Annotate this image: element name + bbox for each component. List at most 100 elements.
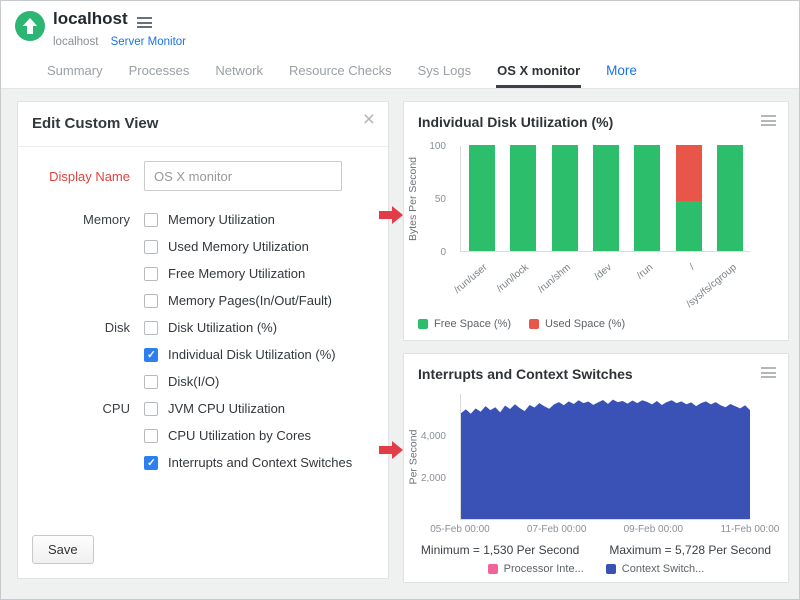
- legend-item-used-space[interactable]: Used Space (%): [529, 318, 625, 330]
- group-label: Memory: [18, 212, 144, 227]
- bar-plot: [460, 146, 750, 252]
- header-menu-icon[interactable]: [137, 17, 152, 28]
- bar-free-dev: [593, 145, 619, 251]
- area-chart-svg: [461, 394, 750, 519]
- legend-label: Processor Inte...: [504, 563, 584, 575]
- checkbox[interactable]: [144, 321, 158, 335]
- legend-label: Used Space (%): [545, 318, 625, 330]
- legend-label: Context Switch...: [622, 563, 705, 575]
- checkbox-label: JVM CPU Utilization: [168, 401, 285, 416]
- y-tick-100: 100: [429, 141, 446, 152]
- bar-used-: [676, 145, 702, 201]
- checkbox[interactable]: [144, 429, 158, 443]
- checkbox-row-individual-disk-utilization: Individual Disk Utilization (%): [18, 341, 388, 368]
- checkbox-groups: Memory Memory Utilization Used Memory Ut…: [18, 206, 388, 476]
- tab-network[interactable]: Network: [214, 55, 264, 88]
- x-tick-09-feb-00-00: 09-Feb 00:00: [613, 524, 693, 535]
- edit-custom-view-panel: Edit Custom View × Display Name Memory M…: [17, 101, 389, 579]
- x-tick-dev: /dev: [593, 262, 615, 283]
- breadcrumb: localhost Server Monitor: [53, 36, 186, 48]
- checkbox-row-memory-utilization: Memory Memory Utilization: [18, 206, 388, 233]
- minimum-value: Minimum = 1,530 Per Second: [421, 543, 579, 557]
- disk-utilization-chart-card: Individual Disk Utilization (%) Bytes Pe…: [403, 101, 789, 341]
- checkbox-row-free-memory-utilization: Free Memory Utilization: [18, 260, 388, 287]
- checkbox[interactable]: [144, 213, 158, 227]
- checkbox[interactable]: [144, 348, 158, 362]
- red-arrow-icon-top: [379, 206, 403, 224]
- page-title: localhost: [53, 9, 128, 29]
- breadcrumb-host: localhost: [53, 36, 98, 48]
- up-arrow-icon: [15, 11, 45, 41]
- x-tick-run-user: /run/user: [452, 262, 489, 296]
- tab-more[interactable]: More: [605, 55, 638, 88]
- legend-swatch: [418, 319, 428, 329]
- checkbox-label: Used Memory Utilization: [168, 239, 309, 254]
- bar-free-run-shm: [552, 145, 578, 251]
- monitor-up-status-icon: [15, 11, 45, 41]
- x-tick-run-shm: /run/shm: [536, 262, 573, 295]
- checkbox-label: Free Memory Utilization: [168, 266, 305, 281]
- checkbox-label: Memory Pages(In/Out/Fault): [168, 293, 332, 308]
- maximum-value: Maximum = 5,728 Per Second: [609, 543, 771, 557]
- y-tick-50: 50: [435, 194, 446, 205]
- checkbox-row-cpu-utilization-by-cores: CPU Utilization by Cores: [18, 422, 388, 449]
- tab-summary[interactable]: Summary: [46, 55, 104, 88]
- chart-menu-icon-disk[interactable]: [761, 115, 776, 126]
- x-tick-run-lock: /run/lock: [495, 262, 531, 295]
- tab-os-x-monitor[interactable]: OS X monitor: [496, 55, 581, 88]
- legend-label: Free Space (%): [434, 318, 511, 330]
- bar-yticks: 100 50 0: [404, 102, 454, 340]
- area-xticks: 05-Feb 00:00 07-Feb 00:00 09-Feb 00:00 11-F…: [404, 524, 788, 537]
- bar-free-run-user: [469, 145, 495, 251]
- display-name-row: Display Name: [18, 160, 388, 192]
- legend-swatch: [606, 564, 616, 574]
- x-tick-07-feb-00-00: 07-Feb 00:00: [517, 524, 597, 535]
- display-name-input[interactable]: [144, 161, 342, 191]
- panel-divider: [18, 146, 388, 147]
- checkbox[interactable]: [144, 267, 158, 281]
- panel-title: Edit Custom View: [32, 115, 158, 132]
- x-tick-11-feb-00-00: 11-Feb 00:00: [710, 524, 790, 535]
- legend-item-processor-inte[interactable]: Processor Inte...: [488, 563, 584, 575]
- tab-processes[interactable]: Processes: [128, 55, 191, 88]
- checkbox[interactable]: [144, 375, 158, 389]
- area-legend: Processor Inte... Context Switch...: [404, 563, 788, 575]
- checkbox-label: Individual Disk Utilization (%): [168, 347, 336, 362]
- context-switches-area: [461, 400, 750, 519]
- checkbox-row-jvm-cpu-utilization: CPU JVM CPU Utilization: [18, 395, 388, 422]
- bar-free-run: [634, 145, 660, 251]
- bar-free-sys-fs-cgroup: [717, 145, 743, 251]
- tab-resource-checks[interactable]: Resource Checks: [288, 55, 393, 88]
- area-plot: [460, 394, 750, 520]
- checkbox[interactable]: [144, 294, 158, 308]
- checkbox-label: Disk Utilization (%): [168, 320, 277, 335]
- checkbox[interactable]: [144, 456, 158, 470]
- bar-free-run-lock: [510, 145, 536, 251]
- bar-free-: [676, 201, 702, 251]
- checkbox-row-interrupts-and-context-switches: Interrupts and Context Switches: [18, 449, 388, 476]
- checkbox-row-memory-pages-in-out-fault: Memory Pages(In/Out/Fault): [18, 287, 388, 314]
- y-tick-0: 0: [440, 247, 446, 258]
- checkbox-row-used-memory-utilization: Used Memory Utilization: [18, 233, 388, 260]
- breadcrumb-server-monitor-link[interactable]: Server Monitor: [111, 36, 186, 48]
- chart-menu-icon-interrupts[interactable]: [761, 367, 776, 378]
- legend-swatch: [488, 564, 498, 574]
- checkbox-row-disk-i-o: Disk(I/O): [18, 368, 388, 395]
- close-icon[interactable]: ×: [363, 109, 375, 130]
- legend-swatch: [529, 319, 539, 329]
- tab-bar: Summary Processes Network Resource Checks Sy…: [46, 55, 638, 88]
- tab-sys-logs[interactable]: Sys Logs: [417, 55, 472, 88]
- header: localhost localhost Server Monitor Summa…: [1, 1, 799, 89]
- checkbox-label: Disk(I/O): [168, 374, 219, 389]
- y-tick-2000: 2,000: [421, 473, 446, 484]
- screen: localhost localhost Server Monitor Summa…: [0, 0, 800, 600]
- legend-item-context-switch[interactable]: Context Switch...: [606, 563, 705, 575]
- checkbox-label: Memory Utilization: [168, 212, 275, 227]
- legend-item-free-space[interactable]: Free Space (%): [418, 318, 511, 330]
- save-button[interactable]: Save: [32, 535, 94, 564]
- checkbox-label: CPU Utilization by Cores: [168, 428, 311, 443]
- checkbox[interactable]: [144, 240, 158, 254]
- checkbox-label: Interrupts and Context Switches: [168, 455, 352, 470]
- checkbox[interactable]: [144, 402, 158, 416]
- x-tick-05-feb-00-00: 05-Feb 00:00: [420, 524, 500, 535]
